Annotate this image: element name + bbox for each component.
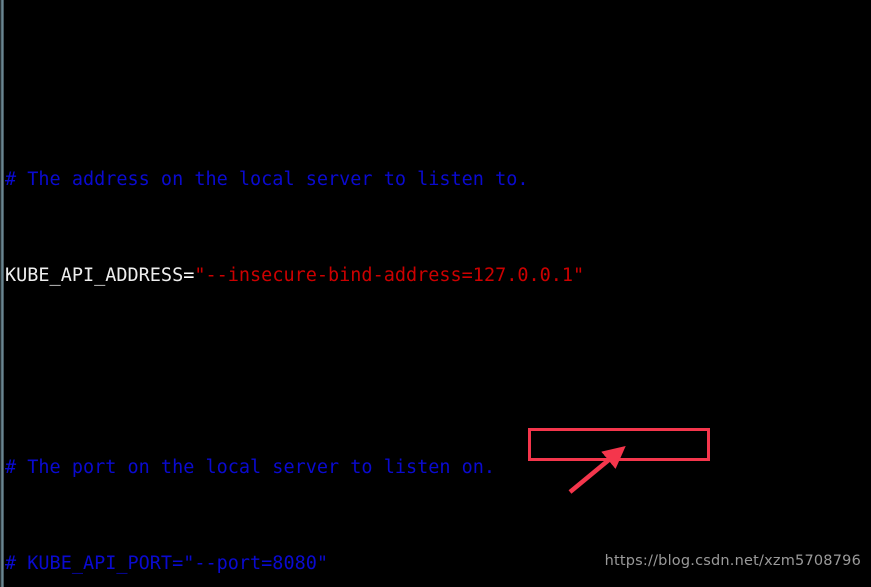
- terminal-window: # The address on the local server to lis…: [0, 0, 871, 587]
- comment-text: # The port on the local server to listen…: [5, 457, 496, 478]
- editor-line-blank: [5, 72, 871, 96]
- watermark-url: https://blog.csdn.net/xzm5708796: [604, 553, 861, 569]
- editor-line-comment: # The address on the local server to lis…: [5, 168, 871, 192]
- comment-text: # KUBE_API_PORT="--port=8080": [5, 553, 329, 574]
- vertical-scrollbar[interactable]: [0, 0, 4, 587]
- config-key: KUBE_API_ADDRESS: [5, 265, 184, 286]
- comment-text: # The address on the local server to lis…: [5, 169, 529, 190]
- config-value: "--insecure-bind-address=127.0.0.1": [194, 265, 585, 286]
- editor-line-setting: KUBE_API_ADDRESS="--insecure-bind-addres…: [5, 264, 871, 288]
- vim-text-buffer[interactable]: # The address on the local server to lis…: [5, 0, 871, 587]
- editor-line-blank: [5, 360, 871, 384]
- equals-sign: =: [183, 265, 195, 286]
- editor-line-comment: # The port on the local server to listen…: [5, 456, 871, 480]
